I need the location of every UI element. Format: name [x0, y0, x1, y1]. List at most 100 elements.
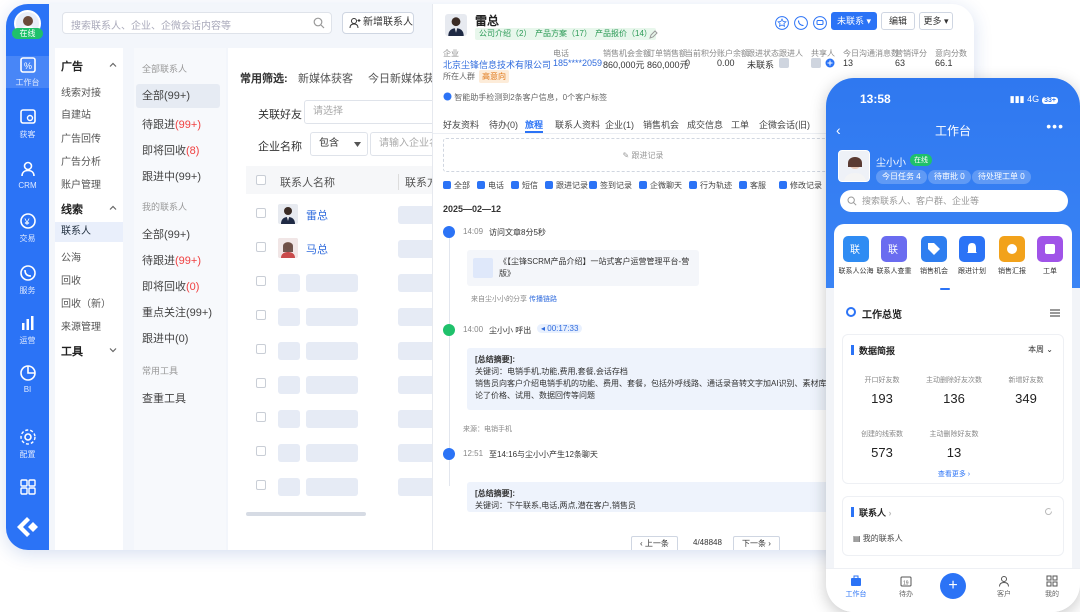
tab[interactable]: 成交信息	[687, 118, 723, 131]
row-checkbox[interactable]	[256, 378, 266, 388]
table-row[interactable]: 雷总	[246, 198, 446, 232]
tab-customer[interactable]: 客户	[984, 575, 1024, 599]
filter-checkbox[interactable]: 跟进记录	[545, 180, 588, 191]
contact-name[interactable]: 雷总	[306, 207, 328, 223]
star-icon[interactable]	[775, 16, 789, 30]
filter-checkbox[interactable]: 客服	[739, 180, 766, 191]
task-chip[interactable]: 今日任务 4	[876, 170, 927, 184]
rail-item-operation[interactable]: 运营	[6, 314, 49, 346]
call-icon[interactable]	[794, 16, 808, 30]
article-card[interactable]: 《【尘锋SCRM产品介绍】一站式客户运营管理平台-营版》	[467, 250, 699, 286]
nav-item[interactable]: 来源管理	[55, 318, 123, 333]
next-button[interactable]: 下一条 ›	[733, 536, 780, 550]
row-checkbox[interactable]	[256, 208, 266, 218]
tab-journey[interactable]: 旅程	[525, 118, 543, 131]
ticket-chip[interactable]: 待处理工单 0	[972, 170, 1031, 184]
quick-action[interactable]: 销售机会	[916, 236, 952, 276]
edit-pencil-icon[interactable]	[649, 30, 658, 39]
period-select[interactable]: 本周 ⌄	[1028, 344, 1053, 355]
view-my-recycle-soon[interactable]: 即将回收(0)	[142, 278, 199, 294]
view-my-key[interactable]: 重点关注(99+)	[142, 304, 212, 320]
rail-item-apps[interactable]: 应用	[6, 478, 49, 499]
nav-item-contacts[interactable]: 联系人	[55, 222, 123, 242]
more-dropdown[interactable]: 更多 ▾	[919, 12, 953, 30]
prev-button[interactable]: ‹ 上一条	[631, 536, 678, 550]
contact-status-dropdown[interactable]: 未联系 ▾	[831, 12, 877, 30]
filter-checkbox[interactable]: 短信	[511, 180, 538, 191]
dedupe-tool-link[interactable]: 查重工具	[142, 390, 186, 406]
tab-workbench[interactable]: 工作台	[836, 575, 876, 599]
tab[interactable]: 工单	[731, 118, 749, 131]
more-dots-icon[interactable]: •••	[1046, 118, 1064, 134]
row-checkbox[interactable]	[256, 412, 266, 422]
row-checkbox[interactable]	[256, 310, 266, 320]
add-contact-button[interactable]: 新增联系人	[342, 12, 414, 34]
global-search-input[interactable]: 搜索联系人、企业、企微会话内容等	[62, 12, 332, 34]
row-checkbox[interactable]	[256, 276, 266, 286]
quick-action[interactable]: 联联系人公海	[838, 236, 874, 276]
add-circle-icon[interactable]	[825, 58, 835, 68]
filter-checkbox[interactable]: 企微聊天	[639, 180, 682, 191]
tab[interactable]: 联系人资料	[555, 118, 600, 131]
filter-checkbox[interactable]: 签到记录	[589, 180, 632, 191]
rail-item-workbench[interactable]: % 工作台	[6, 56, 49, 88]
settings-sliders-icon[interactable]	[1050, 308, 1060, 318]
contact-name[interactable]: 马总	[306, 241, 328, 257]
audience-tag[interactable]: 高意向	[479, 70, 509, 83]
nav-item[interactable]: 回收	[55, 272, 123, 287]
row-checkbox[interactable]	[256, 480, 266, 490]
refresh-icon[interactable]	[1044, 507, 1053, 516]
quick-action[interactable]: 跟进计划	[954, 236, 990, 276]
view-my-all[interactable]: 全部(99+)	[142, 226, 190, 242]
company-name-input[interactable]: 请输入企业名	[370, 132, 438, 156]
tab-mine[interactable]: 我的	[1032, 575, 1072, 599]
tab[interactable]: 待办(0)	[489, 118, 518, 131]
tab[interactable]: 企业(1)	[605, 118, 634, 131]
nav-item[interactable]: 线索对接	[55, 84, 123, 99]
filter-checkbox[interactable]: 修改记录	[779, 180, 822, 191]
select-all-checkbox[interactable]	[256, 175, 266, 185]
quick-action[interactable]: 销售汇报	[994, 236, 1030, 276]
see-more-link[interactable]: 查看更多 ›	[843, 469, 1065, 479]
company-operator-select[interactable]: 包含	[310, 132, 368, 156]
friend-select[interactable]: 请选择	[304, 100, 438, 124]
material-tag[interactable]: 产品方案（17）	[531, 28, 596, 40]
mobile-online-badge[interactable]: 在线	[910, 154, 932, 166]
quick-action[interactable]: 工单	[1032, 236, 1068, 276]
call-duration-badge[interactable]: ◂ 00:17:33	[537, 324, 583, 333]
tab[interactable]: 企微会话(旧)	[759, 118, 810, 131]
view-recycle-soon[interactable]: 即将回收(8)	[142, 142, 199, 158]
rail-item-config[interactable]: 配置	[6, 428, 49, 460]
quick-filter[interactable]: 今日新媒体获	[368, 70, 434, 86]
view-my-following[interactable]: 跟进中(0)	[142, 330, 188, 346]
nav-item[interactable]: 广告分析	[55, 153, 123, 168]
nav-group-leads[interactable]: 线索	[55, 201, 123, 217]
nav-item[interactable]: 自建站	[55, 106, 123, 121]
mobile-search-input[interactable]: 搜索联系人、客户群、企业等	[840, 190, 1068, 212]
tab[interactable]: 销售机会	[643, 118, 679, 131]
message-icon[interactable]	[813, 16, 827, 30]
material-tag[interactable]: 产品报价（14）	[591, 28, 656, 40]
quick-filter[interactable]: 新媒体获客	[298, 70, 353, 86]
row-checkbox[interactable]	[256, 446, 266, 456]
tab-todo[interactable]: 19 待办	[886, 575, 926, 599]
filter-checkbox[interactable]: 电话	[477, 180, 504, 191]
approval-chip[interactable]: 待审批 0	[928, 170, 971, 184]
add-fab-button[interactable]: +	[940, 573, 966, 599]
filter-checkbox[interactable]: 行为轨迹	[689, 180, 732, 191]
row-checkbox[interactable]	[256, 242, 266, 252]
rail-item-trade[interactable]: ¥ 交易	[6, 212, 49, 244]
nav-item[interactable]: 账户管理	[55, 176, 123, 191]
edit-button[interactable]: 编辑	[881, 12, 915, 30]
rail-item-service[interactable]: 服务	[6, 264, 49, 296]
assistant-hint[interactable]: 智能助手检测到2条客户信息，0个客户标签	[443, 92, 607, 103]
nav-group-tools[interactable]: 工具	[55, 343, 123, 359]
table-row[interactable]: 马总	[246, 232, 446, 266]
nav-item[interactable]: 公海	[55, 249, 123, 264]
follow-record-input[interactable]: ✎ 跟进记录	[443, 138, 843, 172]
filter-checkbox[interactable]: 全部	[443, 180, 470, 191]
nav-item[interactable]: 回收（新）	[55, 295, 123, 310]
rail-item-crm[interactable]: CRM	[6, 160, 49, 190]
view-my-pending[interactable]: 待跟进(99+)	[142, 252, 201, 268]
nav-group-ads[interactable]: 广告	[55, 58, 123, 74]
